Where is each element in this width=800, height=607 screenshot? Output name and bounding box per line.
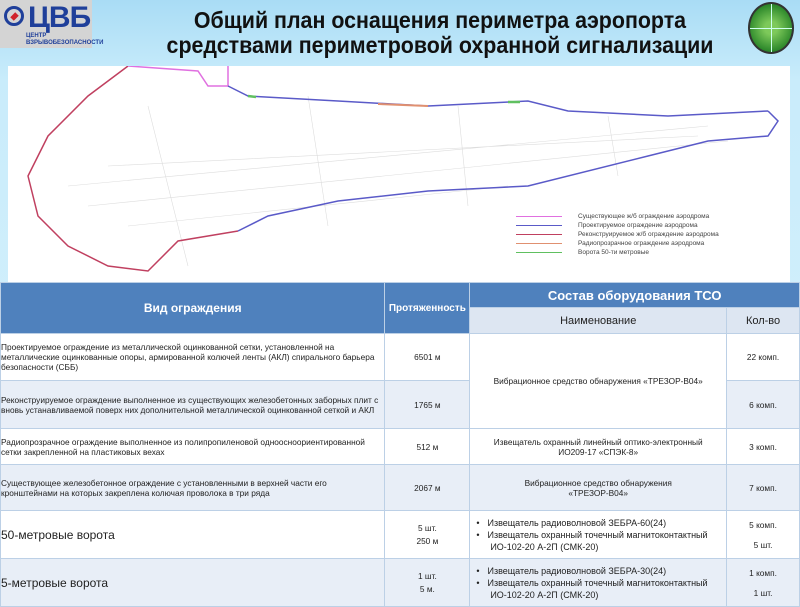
header-length: Протяженность [384,282,471,334]
logo-abbr: ЦВБ [28,1,91,34]
logo-emblem-icon [4,6,24,26]
table-row: 50-метровые ворота 5 шт.250 м Извещатель… [0,510,800,559]
header-qty: Кол-во [726,307,800,334]
airport-perimeter-map: Существующее ж/б ограждение аэродрома Пр… [8,65,790,282]
map-legend: Существующее ж/б ограждение аэродрома Пр… [516,212,719,257]
legend-item: Существующее ж/б ограждение аэродрома [516,212,719,221]
header-type: Вид ограждения [0,282,386,334]
logo-subtitle: ЦЕНТР ВЗРЫВОБЕЗОПАСНОСТИ [26,33,104,46]
table-row: Проектируемое ограждение из металлическо… [0,333,800,429]
legend-item: Проектируемое ограждение аэродрома [516,221,719,230]
radar-icon [748,2,794,54]
header-name: Наименование [469,307,728,334]
company-logo: ЦВБ ЦЕНТР ВЗРЫВОБЕЗОПАСНОСТИ [0,0,104,48]
table-row: Радиопрозрачное ограждение выполненное и… [0,428,800,465]
radio-fence [377,103,429,107]
header-equipment: Состав оборудования ТСО [469,282,800,308]
equipment-table: Вид ограждения Протяженность Состав обор… [0,282,800,607]
existing-fence [127,65,229,87]
page-title: Общий план оснащения периметра аэропорта… [166,7,714,58]
legend-item: Ворота 50-ти метровые [516,248,719,257]
table-row: 5-метровые ворота 1 шт.5 м. Извещатель р… [0,558,800,607]
table-row: Существующее железобетонное ограждение с… [0,464,800,511]
legend-item: Радиопрозрачное ограждение аэродрома [516,239,719,248]
reconstructed-fence [27,65,239,272]
legend-item: Реконструируемое ж/б ограждение аэродром… [516,230,719,239]
